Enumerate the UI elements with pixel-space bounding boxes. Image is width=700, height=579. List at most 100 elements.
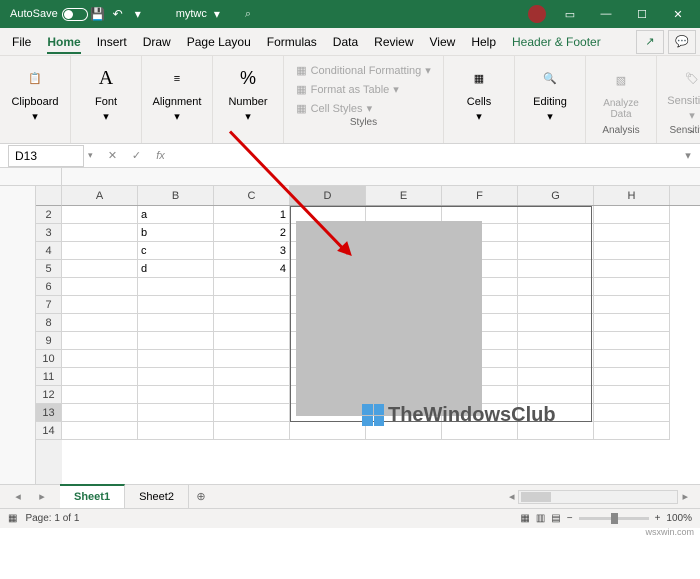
ribbon: 📋 Clipboard ▾ A Font ▾ ≡ Alignment ▾ % N… [0,56,700,144]
qat-dropdown-icon[interactable]: ▾ [128,7,148,21]
row-header[interactable]: 14 [36,422,62,440]
comments-button[interactable]: 💬 [668,30,696,54]
cell[interactable]: 4 [214,260,290,278]
row-header[interactable]: 12 [36,386,62,404]
zoom-in-button[interactable]: + [655,513,661,524]
expand-formula-button[interactable]: ▾ [676,145,700,167]
zoom-out-button[interactable]: − [567,513,573,524]
dropdown-icon: ▾ [103,110,109,123]
sheet-nav-next[interactable]: ▸ [30,486,54,508]
number-button[interactable]: % Number ▾ [219,60,277,126]
tab-formulas[interactable]: Formulas [259,28,325,56]
col-header[interactable]: C [214,186,290,205]
page-layout-view-button[interactable]: ▥ [536,513,545,524]
ribbon-tabs: File Home Insert Draw Page Layou Formula… [0,28,700,56]
page-break-view-button[interactable]: ▤ [551,513,560,524]
column-headers: A B C D E F G H [62,186,700,206]
tab-draw[interactable]: Draw [135,28,179,56]
cond-fmt-icon: ▦ [296,64,306,77]
col-header[interactable]: E [366,186,442,205]
scroll-left-button[interactable]: ◂ [505,490,519,503]
name-box[interactable]: D13 [8,145,84,167]
row-header[interactable]: 10 [36,350,62,368]
editing-button[interactable]: 🔍 Editing ▾ [521,60,579,126]
group-font: A Font ▾ [71,56,142,143]
cell[interactable]: 2 [214,224,290,242]
filename-dropdown-icon[interactable]: ▾ [207,7,227,21]
row-header[interactable]: 13 [36,404,62,422]
grid[interactable]: A B C D E F G H a1 b2 c3 d4 TheW [62,186,700,484]
row-header[interactable]: 3 [36,224,62,242]
sensitivity-button[interactable]: 🏷 Sensitivity ▾ [663,60,700,125]
toggle-off-icon[interactable] [62,8,88,21]
tab-insert[interactable]: Insert [89,28,135,56]
clipboard-button[interactable]: 📋 Clipboard ▾ [6,60,64,126]
enter-formula-button[interactable]: ✓ [125,145,149,167]
row-header[interactable]: 5 [36,260,62,278]
zoom-level[interactable]: 100% [666,513,692,524]
font-button[interactable]: A Font ▾ [77,60,135,126]
cell[interactable]: d [138,260,214,278]
tab-header-footer[interactable]: Header & Footer [504,28,609,56]
close-button[interactable]: ✕ [660,0,696,28]
autosave-toggle[interactable]: AutoSave [10,8,88,21]
zoom-slider[interactable] [579,517,649,520]
col-header[interactable]: D [290,186,366,205]
conditional-formatting-button[interactable]: ▦Conditional Formatting ▾ [290,62,437,79]
cell[interactable]: b [138,224,214,242]
undo-icon[interactable]: ↶ [108,7,128,21]
dropdown-icon: ▾ [174,110,180,123]
analyze-data-button[interactable]: ▧ Analyze Data [592,60,650,125]
minimize-button[interactable]: — [588,0,624,28]
tab-data[interactable]: Data [325,28,366,56]
sheet-tab-1[interactable]: Sheet1 [60,484,125,508]
cell[interactable]: 3 [214,242,290,260]
cells-button[interactable]: ▦ Cells ▾ [450,60,508,126]
cell-styles-button[interactable]: ▦Cell Styles ▾ [290,100,437,117]
sheet-nav-prev[interactable]: ◂ [6,486,30,508]
tab-review[interactable]: Review [366,28,421,56]
cell[interactable]: a [138,206,214,224]
namebox-dropdown-icon[interactable]: ▾ [88,150,93,161]
new-sheet-button[interactable]: ⊕ [189,490,213,503]
sheet-tab-2[interactable]: Sheet2 [125,485,189,509]
title-bar: AutoSave 💾 ↶ ▾ mytwc ▾ ⌕ ▭ — ☐ ✕ [0,0,700,28]
row-header[interactable]: 2 [36,206,62,224]
tab-file[interactable]: File [4,28,39,56]
row-header[interactable]: 4 [36,242,62,260]
select-all-corner[interactable] [36,186,62,206]
ribbon-mode-icon[interactable]: ▭ [552,0,588,28]
cell[interactable]: 1 [214,206,290,224]
cancel-formula-button[interactable]: ✕ [101,145,125,167]
cell[interactable]: c [138,242,214,260]
row-header[interactable]: 8 [36,314,62,332]
sheet-tabs: ◂ ▸ Sheet1 Sheet2 ⊕ ◂ ▸ [0,484,700,508]
cells-label: Cells [467,96,491,108]
maximize-button[interactable]: ☐ [624,0,660,28]
tab-help[interactable]: Help [463,28,504,56]
row-header[interactable]: 9 [36,332,62,350]
row-header[interactable]: 7 [36,296,62,314]
col-header[interactable]: A [62,186,138,205]
page-layout-icon[interactable]: ▦ [8,513,17,524]
col-header[interactable]: G [518,186,594,205]
collapse-ribbon-icon[interactable]: ⌃ [688,130,696,141]
row-header[interactable]: 11 [36,368,62,386]
alignment-button[interactable]: ≡ Alignment ▾ [148,60,206,126]
row-header[interactable]: 6 [36,278,62,296]
tab-view[interactable]: View [422,28,464,56]
format-as-table-button[interactable]: ▦Format as Table ▾ [290,81,437,98]
tab-page-layout[interactable]: Page Layou [179,28,259,56]
scroll-right-button[interactable]: ▸ [678,490,692,503]
fx-button[interactable]: fx [149,145,173,167]
horizontal-scrollbar[interactable] [518,490,678,504]
save-icon[interactable]: 💾 [88,7,108,21]
col-header[interactable]: H [594,186,670,205]
col-header[interactable]: B [138,186,214,205]
col-header[interactable]: F [442,186,518,205]
normal-view-button[interactable]: ▦ [520,513,529,524]
search-button[interactable]: ⌕ [245,8,251,21]
account-button[interactable] [528,5,546,23]
tab-home[interactable]: Home [39,28,88,56]
share-button[interactable]: ↗ [636,30,664,54]
